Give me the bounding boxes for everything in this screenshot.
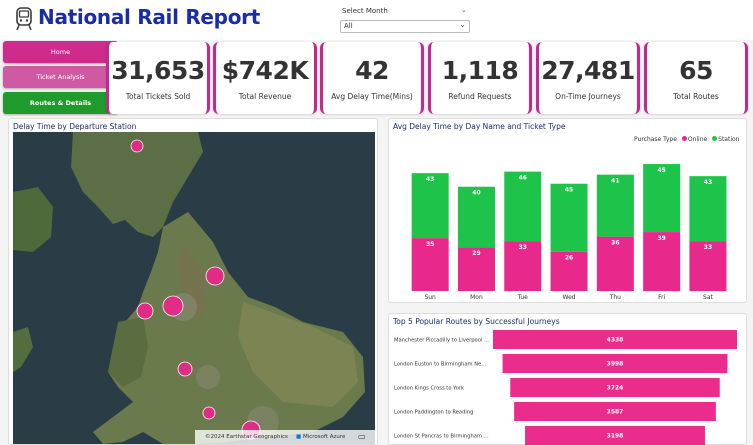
bar-data-label: 36 [611,240,619,247]
bar-data-label: 45 [657,167,665,174]
kpi-card-total-tickets: 31,653 Total Tickets Sold [106,42,210,114]
bar-data-label: 46 [519,175,527,182]
page-title: National Rail Report [38,5,260,29]
header-bar: National Rail Report Select Month ⌄ All … [0,0,753,40]
routes-funnel-chart: Manchester Piccadilly to Liverpool ... 43… [394,330,737,445]
bar-data-label: 39 [657,235,665,242]
route-label: London Kings Cross to York [394,386,464,392]
map-provider-name: Microsoft Azure [302,434,346,440]
x-tick-label: Wed [563,294,576,301]
kpi-value: 27,481 [541,56,635,85]
kpi-label: Total Tickets Sold [125,92,191,101]
bar-data-label: 33 [519,244,527,251]
map-panel: Delay Time by Departure Station ©2024 Ea… [8,118,378,445]
map-point[interactable] [177,361,193,377]
kpi-value: 42 [355,56,389,85]
x-tick-label: Sun [424,294,436,301]
x-tick-label: Tue [517,294,529,301]
top-routes-panel: Top 5 Popular Routes by Successful Journ… [388,313,747,445]
route-label: Manchester Piccadilly to Liverpool ... [394,338,489,344]
stacked-bar-chart: 35 43 Sun 29 40 Mon 33 46 Tue 26 45 Wed 36 41 Thu 39 45 F… [411,164,727,301]
kpi-value: 65 [679,56,713,85]
bar-data-label: 35 [426,241,434,248]
bar-data-label: 26 [565,255,573,262]
routes-title: Top 5 Popular Routes by Successful Journ… [393,317,560,326]
legend-online-label: Online [687,136,708,143]
filter-options-icon[interactable]: ⌄ [461,6,467,14]
kpi-label: On-Time Journeys [555,92,621,101]
train-icon [16,7,32,31]
legend-online-swatch [681,136,687,141]
legend-title: Purchase Type [634,136,677,143]
route-label: London Euston to Birmingham Ne... [394,362,487,368]
kpi-label: Total Routes [673,92,719,101]
kpi-label: Total Revenue [238,92,292,101]
kpi-card-refund-requests: 1,118 Refund Requests [428,42,532,114]
map-attribution: ©2024 Earthstar Geographics ■ Microsoft … [195,430,375,444]
dashboard-page: National Rail Report Select Month ⌄ All … [0,0,753,445]
map-provider: ■ Microsoft Azure [296,434,346,440]
bar-station-wed[interactable] [550,183,588,252]
bar-data-label: 33 [704,244,712,251]
x-tick-label: Sat [703,294,713,301]
bar-data-label: 40 [472,190,480,197]
x-tick-label: Thu [609,294,621,301]
bar-data-label: 45 [565,187,573,194]
route-value-label: 3587 [607,409,624,416]
bar-data-label: 29 [472,250,480,257]
map-canvas [13,132,375,444]
map-point[interactable] [202,406,216,420]
kpi-value: $742K [221,56,309,85]
bar-data-label: 41 [611,178,619,185]
nav-home-button[interactable]: Home [3,41,118,63]
kpi-card-avg-delay: 42 Avg Delay Time(Mins) [320,42,424,114]
map-point[interactable] [136,302,154,320]
kpi-card-total-routes: 65 Total Routes [644,42,748,114]
map-title: Delay Time by Departure Station [13,122,137,131]
month-filter-value: All [344,22,353,30]
kpi-value: 31,653 [111,56,205,85]
station-delay-map[interactable]: ©2024 Earthstar Geographics ■ Microsoft … [13,132,375,444]
route-value-label: 3198 [607,433,624,440]
route-value-label: 4338 [607,337,624,344]
map-credit-text: ©2024 Earthstar Geographics [205,434,288,440]
map-point[interactable] [205,266,225,286]
legend-station-swatch [712,136,718,141]
bar-station-fri[interactable] [643,164,681,233]
map-point[interactable] [130,139,144,153]
x-tick-label: Fri [658,294,665,301]
month-filter-select[interactable]: All ⌄ [340,20,470,33]
x-tick-label: Mon [470,294,483,301]
chevron-down-icon: ⌄ [459,20,466,29]
kpi-card-on-time-journeys: 27,481 On-Time Journeys [536,42,640,114]
delay-by-day-chart-panel: Avg Delay Time by Day Name and Ticket Ty… [388,118,747,303]
route-label: London Paddington to Reading [394,410,473,416]
feedback-icon[interactable]: ▭ [358,430,366,444]
map-point[interactable] [162,295,184,317]
route-label: London St Pancras to Birmingham ... [394,434,489,440]
nav-ticket-analysis-button[interactable]: Ticket Analysis [3,66,118,88]
bar-data-label: 43 [426,176,434,183]
bar-data-label: 43 [704,179,712,186]
kpi-label: Avg Delay Time(Mins) [331,92,413,101]
chart-title: Avg Delay Time by Day Name and Ticket Ty… [393,122,566,131]
kpi-value: 1,118 [441,56,519,85]
route-value-label: 3724 [607,385,624,392]
nav-routes-details-button[interactable]: Routes & Details [3,92,118,114]
kpi-card-total-revenue: $742K Total Revenue [213,42,317,114]
month-filter-label: Select Month [342,7,388,15]
kpi-label: Refund Requests [448,92,512,101]
bar-station-tue[interactable] [504,171,542,242]
route-value-label: 3998 [607,361,624,368]
chart-legend: Purchase Type Online Station [634,136,739,143]
legend-station-label: Station [718,136,740,143]
